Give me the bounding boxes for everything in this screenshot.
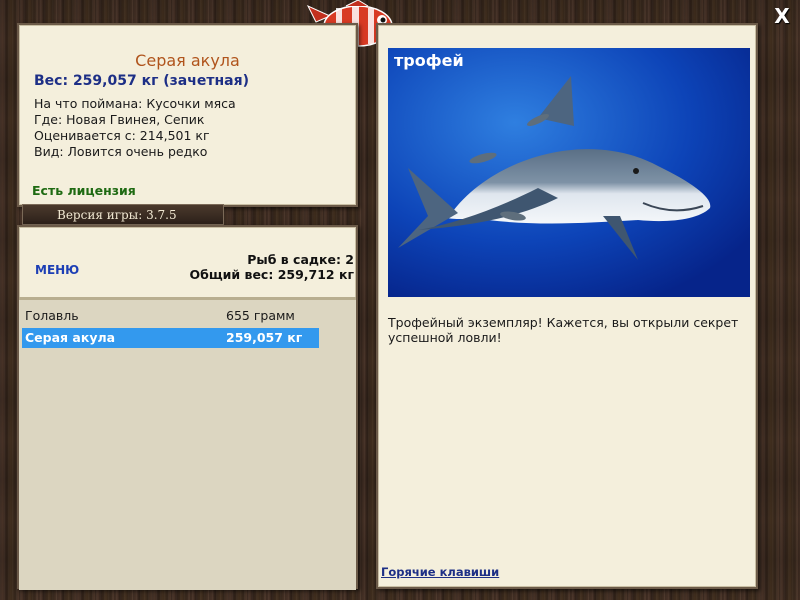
close-button[interactable]: X (772, 6, 792, 26)
list-item-weight: 655 грамм (226, 308, 295, 323)
catch-info-panel: Серая акула Вес: 259,057 кг (зачетная) Н… (17, 23, 358, 207)
keepnet-panel: МЕНЮ Рыб в садке: 2 Общий вес: 259,712 к… (17, 225, 358, 590)
fish-weight: Вес: 259,057 кг (зачетная) (34, 73, 249, 89)
detail-panel: трофей Трофейный экземпляр! Кажется, вы … (376, 23, 758, 589)
rarity-info: Вид: Ловится очень редко (34, 144, 208, 159)
location-info: Где: Новая Гвинея, Сепик (34, 112, 205, 127)
license-status: Есть лицензия (32, 183, 136, 198)
list-item-selected[interactable]: Серая акула 259,057 кг (22, 328, 319, 348)
list-item-name: Серая акула (25, 330, 116, 345)
bait-info: На что поймана: Кусочки мяса (34, 96, 236, 111)
list-item-weight: 259,057 кг (226, 330, 303, 345)
menu-button[interactable]: МЕНЮ (35, 263, 79, 277)
total-weight: Общий вес: 259,712 кг (189, 267, 355, 282)
version-label: Версия игры: 3.7.5 (22, 204, 224, 225)
fish-title: Серая акула (135, 51, 240, 70)
catch-list: Голавль 655 грамм Серая акула 259,057 кг (19, 297, 356, 590)
shark-photo: трофей (388, 48, 750, 297)
hotkeys-link[interactable]: Горячие клавиши (381, 565, 499, 579)
valued-from-info: Оценивается с: 214,501 кг (34, 128, 210, 143)
trophy-description: Трофейный экземпляр! Кажется, вы открыли… (388, 315, 739, 345)
list-item-name: Голавль (25, 308, 79, 323)
fish-count: Рыб в садке: 2 (247, 252, 354, 267)
trophy-label: трофей (394, 51, 464, 70)
list-item[interactable]: Голавль 655 грамм (22, 306, 319, 326)
